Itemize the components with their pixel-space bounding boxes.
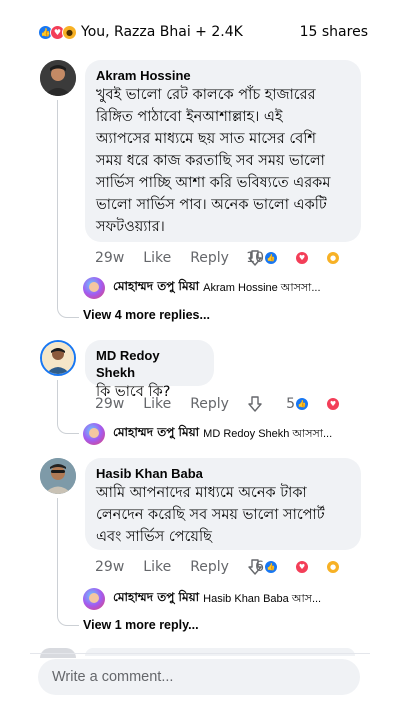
comment-input[interactable]: Write a comment... <box>38 659 360 695</box>
reply-preview[interactable]: মোহাম্মদ তপু মিয়া Hasib Khan Baba আস... <box>83 588 321 610</box>
comment-line: সফটওয়্যার। <box>96 219 165 235</box>
comment-actions: 29w Like Reply 6 👍 ♥ ● <box>95 558 365 576</box>
like-button[interactable]: Like <box>143 250 171 266</box>
comment-author[interactable]: Akram Hossine <box>96 67 349 84</box>
reaction-count[interactable]: 10 👍 ♥ ● <box>246 250 359 266</box>
comment-line: এবং সার্ভিস পেয়েছি <box>96 529 212 545</box>
thread-line <box>57 380 79 434</box>
reactions-summary-text: You, Razza Bhai + 2.4K <box>81 24 243 40</box>
reply-button[interactable]: Reply <box>190 250 229 266</box>
reaction-icon-stack: 👍 ♥ ● <box>38 24 77 40</box>
comment-timestamp[interactable]: 29w <box>95 250 124 266</box>
avatar[interactable] <box>83 277 105 299</box>
shares-count[interactable]: 15 shares <box>300 24 368 40</box>
comment-line: খুবই ভালো রেট কালকে পাঁচ হাজারের <box>96 87 316 103</box>
comment-timestamp[interactable]: 29w <box>95 559 124 575</box>
person-photo-icon <box>40 458 76 494</box>
like-icon: 👍 <box>264 560 278 574</box>
love-icon: ♥ <box>295 251 309 265</box>
reactions-summary[interactable]: 👍 ♥ ● You, Razza Bhai + 2.4K <box>38 24 243 40</box>
comment-text: আমি আপনাদের মাধ্যমে অনেক টাকা লেনদেন করে… <box>96 482 349 548</box>
comment-input-placeholder: Write a comment... <box>52 669 174 685</box>
comment-line: সময় ধরে কাজ করতাছি সব সময় ভালো <box>96 153 325 169</box>
reply-snippet: Hasib Khan Baba আস... <box>203 592 322 605</box>
reaction-count[interactable]: 6 👍 ♥ ● <box>255 559 359 575</box>
avatar[interactable] <box>40 60 76 96</box>
like-icon: 👍 <box>264 251 278 265</box>
like-button[interactable]: Like <box>143 396 171 412</box>
comment-bubble[interactable]: MD Redoy Shekh কি ভাবে কি? <box>85 340 214 400</box>
thread-line <box>57 498 79 626</box>
reply-button[interactable]: Reply <box>190 559 229 575</box>
comment-text: খুবই ভালো রেট কালকে পাঁচ হাজারের রিঙ্গিত… <box>96 84 349 238</box>
comment-actions: 29w Like Reply 10 👍 ♥ ● <box>95 249 365 267</box>
divider <box>30 653 370 654</box>
person-photo-icon <box>42 342 74 374</box>
reply-author[interactable]: মোহাম্মদ তপু মিয়া <box>113 589 199 609</box>
avatar[interactable] <box>40 458 76 494</box>
like-icon: 👍 <box>295 397 309 411</box>
comment-author[interactable]: Hasib Khan Baba <box>96 465 349 482</box>
reactions-summary-bar[interactable]: 👍 ♥ ● You, Razza Bhai + 2.4K 15 shares <box>38 22 368 42</box>
downvote-icon[interactable] <box>248 396 262 412</box>
reply-snippet: Akram Hossine আসসা... <box>203 281 321 294</box>
comment-actions: 29w Like Reply 5 👍 ♥ <box>95 395 365 413</box>
comment-line: রিঙ্গিত পাঠাবো ইনআশাল্লাহ। এই <box>96 109 283 125</box>
reply-snippet: MD Redoy Shekh আসসা... <box>203 427 333 440</box>
comment-author[interactable]: MD Redoy Shekh <box>96 347 202 381</box>
reply-button[interactable]: Reply <box>190 396 229 412</box>
comment-bubble[interactable] <box>85 648 355 656</box>
comment-timestamp[interactable]: 29w <box>95 396 124 412</box>
reaction-count-number: 5 <box>286 396 295 412</box>
reply-author[interactable]: মোহাম্মদ তপু মিয়া <box>113 278 199 298</box>
reply-preview[interactable]: মোহাম্মদ তপু মিয়া MD Redoy Shekh আসসা..… <box>83 423 332 445</box>
avatar[interactable] <box>83 423 105 445</box>
love-icon: ♥ <box>326 397 340 411</box>
comment-bubble[interactable]: Akram Hossine খুবই ভালো রেট কালকে পাঁচ হ… <box>85 60 361 242</box>
avatar[interactable] <box>83 588 105 610</box>
comment-line: অ্যাপসের মাধ্যমে ছয় সাত মাসের বেশি <box>96 131 317 147</box>
comment-line: আমি আপনাদের মাধ্যমে অনেক টাকা <box>96 485 307 501</box>
care-icon: ● <box>326 251 340 265</box>
wow-icon: ● <box>62 24 77 40</box>
reaction-count-number: 6 <box>255 559 264 575</box>
reply-author[interactable]: মোহাম্মদ তপু মিয়া <box>113 424 199 444</box>
comment-line: ভালো সার্ভিস পাব। অনেক ভালো একটি <box>96 197 327 213</box>
comment-line: সার্ভিস পাচ্ছি আশা করি ভবিষ্যতে এরকম <box>96 175 331 191</box>
reaction-count[interactable]: 5 👍 ♥ <box>286 396 359 412</box>
person-photo-icon <box>40 60 76 96</box>
reaction-count-number: 10 <box>246 250 264 266</box>
care-icon: ● <box>326 560 340 574</box>
view-more-replies-link[interactable]: View 1 more reply... <box>83 618 199 632</box>
view-more-replies-link[interactable]: View 4 more replies... <box>83 308 210 322</box>
like-button[interactable]: Like <box>143 559 171 575</box>
avatar[interactable] <box>40 340 76 376</box>
love-icon: ♥ <box>295 560 309 574</box>
thread-line <box>57 100 79 318</box>
reply-preview[interactable]: মোহাম্মদ তপু মিয়া Akram Hossine আসসা... <box>83 277 321 299</box>
comment-bubble[interactable]: Hasib Khan Baba আমি আপনাদের মাধ্যমে অনেক… <box>85 458 361 550</box>
comment-line: লেনদেন করেছি সব সময় ভালো সাপোর্ট <box>96 507 325 523</box>
